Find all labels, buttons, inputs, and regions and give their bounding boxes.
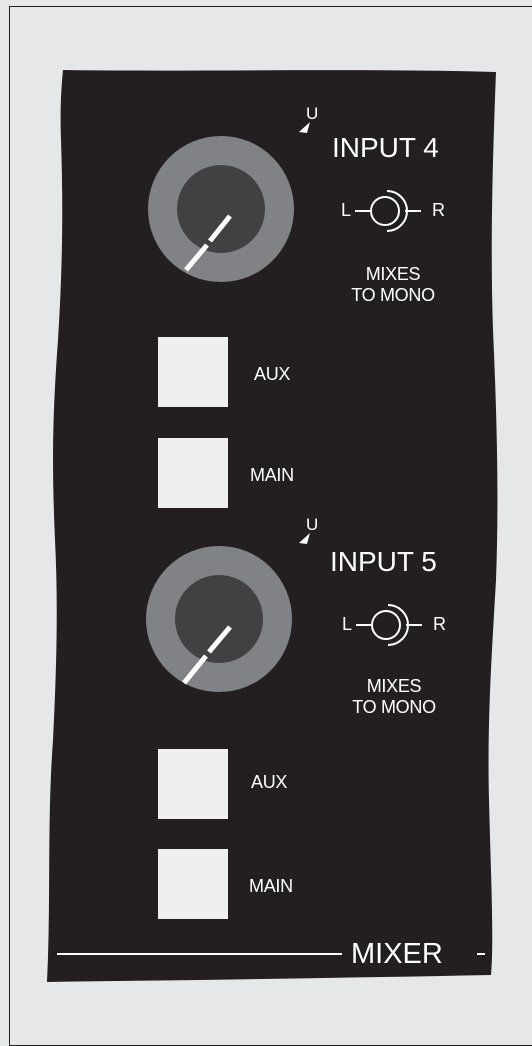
gain-knob[interactable] <box>148 136 294 282</box>
aux-label: AUX <box>254 364 291 384</box>
pan-left-label: L <box>342 614 352 634</box>
mixes-line-1: MIXES <box>366 676 422 696</box>
unity-label: U <box>306 104 319 123</box>
pan-symbol-icon <box>356 604 422 646</box>
mixes-to-mono-label: MIXES TO MONO <box>339 676 449 718</box>
main-button[interactable] <box>158 849 228 919</box>
main-button[interactable] <box>158 438 228 508</box>
mixes-line-1: MIXES <box>365 264 421 284</box>
aux-label: AUX <box>251 772 288 792</box>
mixes-line-2: TO MONO <box>352 697 436 717</box>
mixes-line-2: TO MONO <box>351 285 435 305</box>
pan-right-label: R <box>433 614 446 634</box>
channel-title: INPUT 4 <box>332 132 439 163</box>
pan-symbol-icon <box>355 190 421 232</box>
aux-button[interactable] <box>158 749 228 819</box>
pan-right-label: R <box>432 200 445 220</box>
mixes-to-mono-label: MIXES TO MONO <box>338 264 448 306</box>
pan-left-label: L <box>341 200 351 220</box>
unity-label: U <box>306 515 319 534</box>
section-label-mixer: MIXER <box>351 938 443 970</box>
main-label: MAIN <box>250 465 294 485</box>
channel-title: INPUT 5 <box>330 546 437 577</box>
main-label: MAIN <box>249 876 293 896</box>
aux-button[interactable] <box>158 337 228 407</box>
gain-knob[interactable] <box>146 546 292 692</box>
